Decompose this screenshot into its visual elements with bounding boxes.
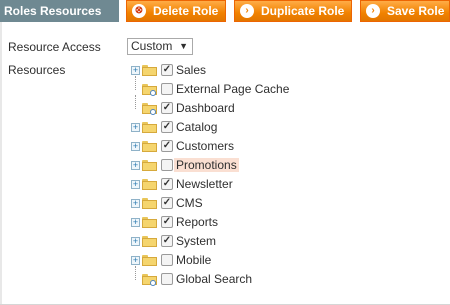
resource-label[interactable]: External Page Cache [176,82,289,96]
delete-icon: ⊗ [132,4,146,18]
resource-label[interactable]: Mobile [176,253,211,267]
resource-label[interactable]: Catalog [176,120,217,134]
tree-node: + ✓ Newsletter [130,175,330,194]
expand-icon[interactable]: + [131,66,140,75]
folder-icon [142,236,157,247]
delete-role-button[interactable]: ⊗ Delete Role [126,0,226,22]
tree-node: ✓ Dashboard [130,95,330,118]
save-role-label: Save Role [387,4,445,18]
expand-icon[interactable]: + [131,237,140,246]
resource-label[interactable]: System [176,234,216,248]
folder-icon [142,122,157,133]
folder-icon [142,255,157,266]
expand-icon[interactable]: + [131,256,140,265]
resource-label[interactable]: Global Search [176,272,252,286]
resource-checkbox[interactable]: ✓ [161,216,173,228]
chevron-down-icon: ▼ [179,41,188,51]
resource-label[interactable]: Customers [176,139,234,153]
folder-icon [142,84,157,96]
resource-label[interactable]: Promotions [174,158,239,172]
resource-checkbox[interactable] [161,83,173,95]
duplicate-role-label: Duplicate Role [261,4,345,18]
magnifier-icon [150,109,156,115]
resource-access-select[interactable]: Custom ▼ [127,38,193,55]
tree-branch-line [135,266,136,280]
left-divider [0,22,2,305]
magnifier-icon [150,90,156,96]
resources-label: Resources [8,63,66,77]
resource-label[interactable]: Reports [176,215,218,229]
tree-node: + Mobile [130,251,330,270]
resource-label[interactable]: Dashboard [176,101,235,115]
tree-node: Global Search [130,266,330,289]
resource-checkbox[interactable]: ✓ [161,235,173,247]
delete-role-label: Delete Role [153,4,219,18]
folder-icon [142,141,157,152]
resource-checkbox[interactable]: ✓ [161,64,173,76]
tree-node: + ✓ System [130,232,330,251]
resource-checkbox[interactable]: ✓ [161,197,173,209]
folder-icon [142,179,157,190]
tree-branch-line [135,95,136,109]
expand-icon[interactable]: + [131,199,140,208]
resource-label[interactable]: CMS [176,196,203,210]
section-title: Roles Resources [0,0,119,22]
resource-checkbox[interactable]: ✓ [161,102,173,114]
tree-node: + ✓ Catalog [130,118,330,137]
duplicate-role-button[interactable]: › Duplicate Role [234,0,352,22]
folder-icon [142,65,157,76]
resource-access-label: Resource Access [8,40,101,54]
resource-label[interactable]: Newsletter [176,177,233,191]
tree-node: + ✓ Reports [130,213,330,232]
resource-checkbox[interactable]: ✓ [161,121,173,133]
folder-icon [142,274,157,286]
tree-node: External Page Cache [130,76,330,99]
folder-icon [142,198,157,209]
resource-access-value: Custom [131,39,173,53]
folder-icon [142,217,157,228]
tree-node: + Promotions [130,156,330,175]
resource-checkbox[interactable]: ✓ [161,178,173,190]
resource-checkbox[interactable] [161,159,173,171]
tree-node: + ✓ Customers [130,137,330,156]
expand-icon[interactable]: + [131,218,140,227]
tree-node: + ✓ Sales [130,61,330,80]
resource-checkbox[interactable] [161,273,173,285]
folder-icon [142,160,157,171]
circle-arrow-icon: › [240,4,254,18]
folder-icon [142,103,157,115]
resource-checkbox[interactable]: ✓ [161,140,173,152]
tree-node: + ✓ CMS [130,194,330,213]
circle-arrow-icon: › [366,4,380,18]
expand-icon[interactable]: + [131,161,140,170]
expand-icon[interactable]: + [131,142,140,151]
magnifier-icon [150,280,156,286]
expand-icon[interactable]: + [131,180,140,189]
expand-icon[interactable]: + [131,123,140,132]
tree-branch-line [135,76,136,90]
resource-checkbox[interactable] [161,254,173,266]
header-bar: Roles Resources ⊗ Delete Role › Duplicat… [0,0,450,22]
save-role-button[interactable]: › Save Role [360,0,450,22]
resource-label[interactable]: Sales [176,63,206,77]
